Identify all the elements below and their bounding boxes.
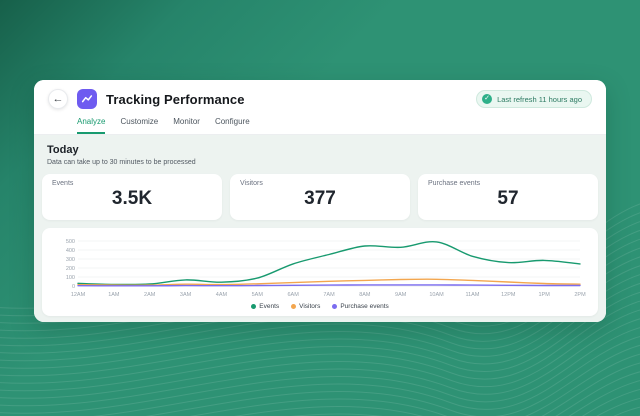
x-axis-tick-label: 4AM (216, 292, 228, 298)
contour-line (92, 336, 640, 416)
stat-value: 3.5K (111, 188, 153, 209)
tab-monitor[interactable]: Monitor (173, 117, 200, 134)
x-axis-tick-label: 8AM (359, 292, 371, 298)
x-axis-tick-label: 9AM (395, 292, 407, 298)
x-axis-tick-label: 6AM (287, 292, 299, 298)
legend-item-visitors: Visitors (291, 303, 320, 310)
y-axis-tick-label: 400 (66, 248, 75, 254)
y-axis-tick-label: 100 (66, 275, 75, 281)
stat-label: Visitors (240, 180, 263, 187)
contour-line (233, 362, 640, 416)
x-axis-tick-label: 1PM (538, 292, 550, 298)
tab-configure[interactable]: Configure (215, 117, 250, 134)
events-chart-panel: 0 100 200 300 400 500 12AM 1AM 2AM 3AM 4AM 5AM 6AM 7A… (42, 228, 598, 316)
legend-dot (291, 304, 297, 309)
x-axis-tick-label: 7AM (323, 292, 335, 298)
series-line-events (77, 240, 581, 286)
contour-line (0, 318, 640, 407)
contour-line (613, 406, 640, 416)
x-axis-tick-label: 5AM (252, 292, 264, 298)
stat-label: Events (52, 180, 74, 187)
x-axis-tick-label: 2AM (144, 292, 156, 298)
chart-legend: Events Visitors Purchase events (52, 303, 588, 312)
tab-customize[interactable]: Customize (120, 117, 158, 134)
legend-item-purchase-events: Purchase events (332, 303, 389, 310)
back-arrow-icon: ← (52, 93, 64, 105)
card-header: ← Tracking Performance ✓ Last refresh 11… (34, 80, 606, 135)
legend-label: Visitors (299, 303, 321, 310)
y-axis-tick-label: 200 (66, 266, 75, 272)
stat-card-events: Events 3.5K (42, 174, 222, 220)
analytics-app-icon (77, 89, 97, 109)
stat-label: Purchase events (428, 180, 481, 187)
section-subtitle: Data can take up to 30 minutes to be pro… (47, 159, 196, 166)
header-top: ← Tracking Performance ✓ Last refresh 11… (48, 89, 592, 109)
legend-dot (251, 304, 257, 309)
contour-line (189, 353, 640, 416)
contour-line (568, 380, 640, 416)
last-refresh-text: Last refresh 11 hours ago (497, 94, 582, 104)
tab-analyze[interactable]: Analyze (77, 117, 106, 134)
last-refresh-badge[interactable]: ✓ Last refresh 11 hours ago (476, 90, 592, 108)
x-axis-tick-label: 12AM (71, 292, 86, 298)
line-chart: 0 100 200 300 400 500 12AM 1AM 2AM 3AM 4AM 5AM 6AM 7A… (66, 239, 586, 298)
stat-card-purchase-events: Purchase events 57 (418, 174, 598, 220)
legend-label: Events (259, 303, 280, 310)
back-button[interactable]: ← (48, 89, 68, 109)
tracking-performance-card: ← Tracking Performance ✓ Last refresh 11… (34, 80, 606, 322)
y-axis-tick-label: 0 (72, 284, 75, 290)
stat-value: 377 (304, 188, 336, 209)
legend-item-events: Events (251, 303, 279, 310)
page-title: Tracking Performance (106, 91, 245, 107)
pulse-line-icon (81, 95, 93, 103)
x-axis-tick-label: 2PM (574, 292, 586, 298)
stats-row: Events 3.5K Visitors 377 Purchase events… (42, 174, 598, 220)
contour-line (596, 397, 640, 416)
legend-label: Purchase events (340, 303, 389, 310)
stat-card-visitors: Visitors 377 (230, 174, 410, 220)
x-axis-tick-label: 3AM (180, 292, 192, 298)
contour-line (145, 344, 640, 416)
content-area: Today Data can take up to 30 minutes to … (34, 135, 606, 322)
x-axis-tick-label: 12PM (501, 292, 516, 298)
x-axis-tick-label: 10AM (429, 292, 444, 298)
stat-value: 57 (497, 188, 519, 209)
contour-line (290, 371, 640, 416)
legend-dot (332, 304, 338, 309)
check-icon: ✓ (482, 94, 493, 104)
tab-bar: Analyze Customize Monitor Configure (77, 117, 592, 134)
contour-line (0, 327, 640, 414)
contour-line (581, 389, 640, 416)
y-axis-tick-label: 300 (66, 257, 75, 263)
x-axis-tick-label: 11AM (465, 292, 479, 298)
section-title: Today (47, 144, 79, 156)
contour-line (637, 415, 640, 416)
y-axis-tick-label: 500 (66, 239, 75, 245)
x-axis-tick-label: 1AM (108, 292, 120, 298)
